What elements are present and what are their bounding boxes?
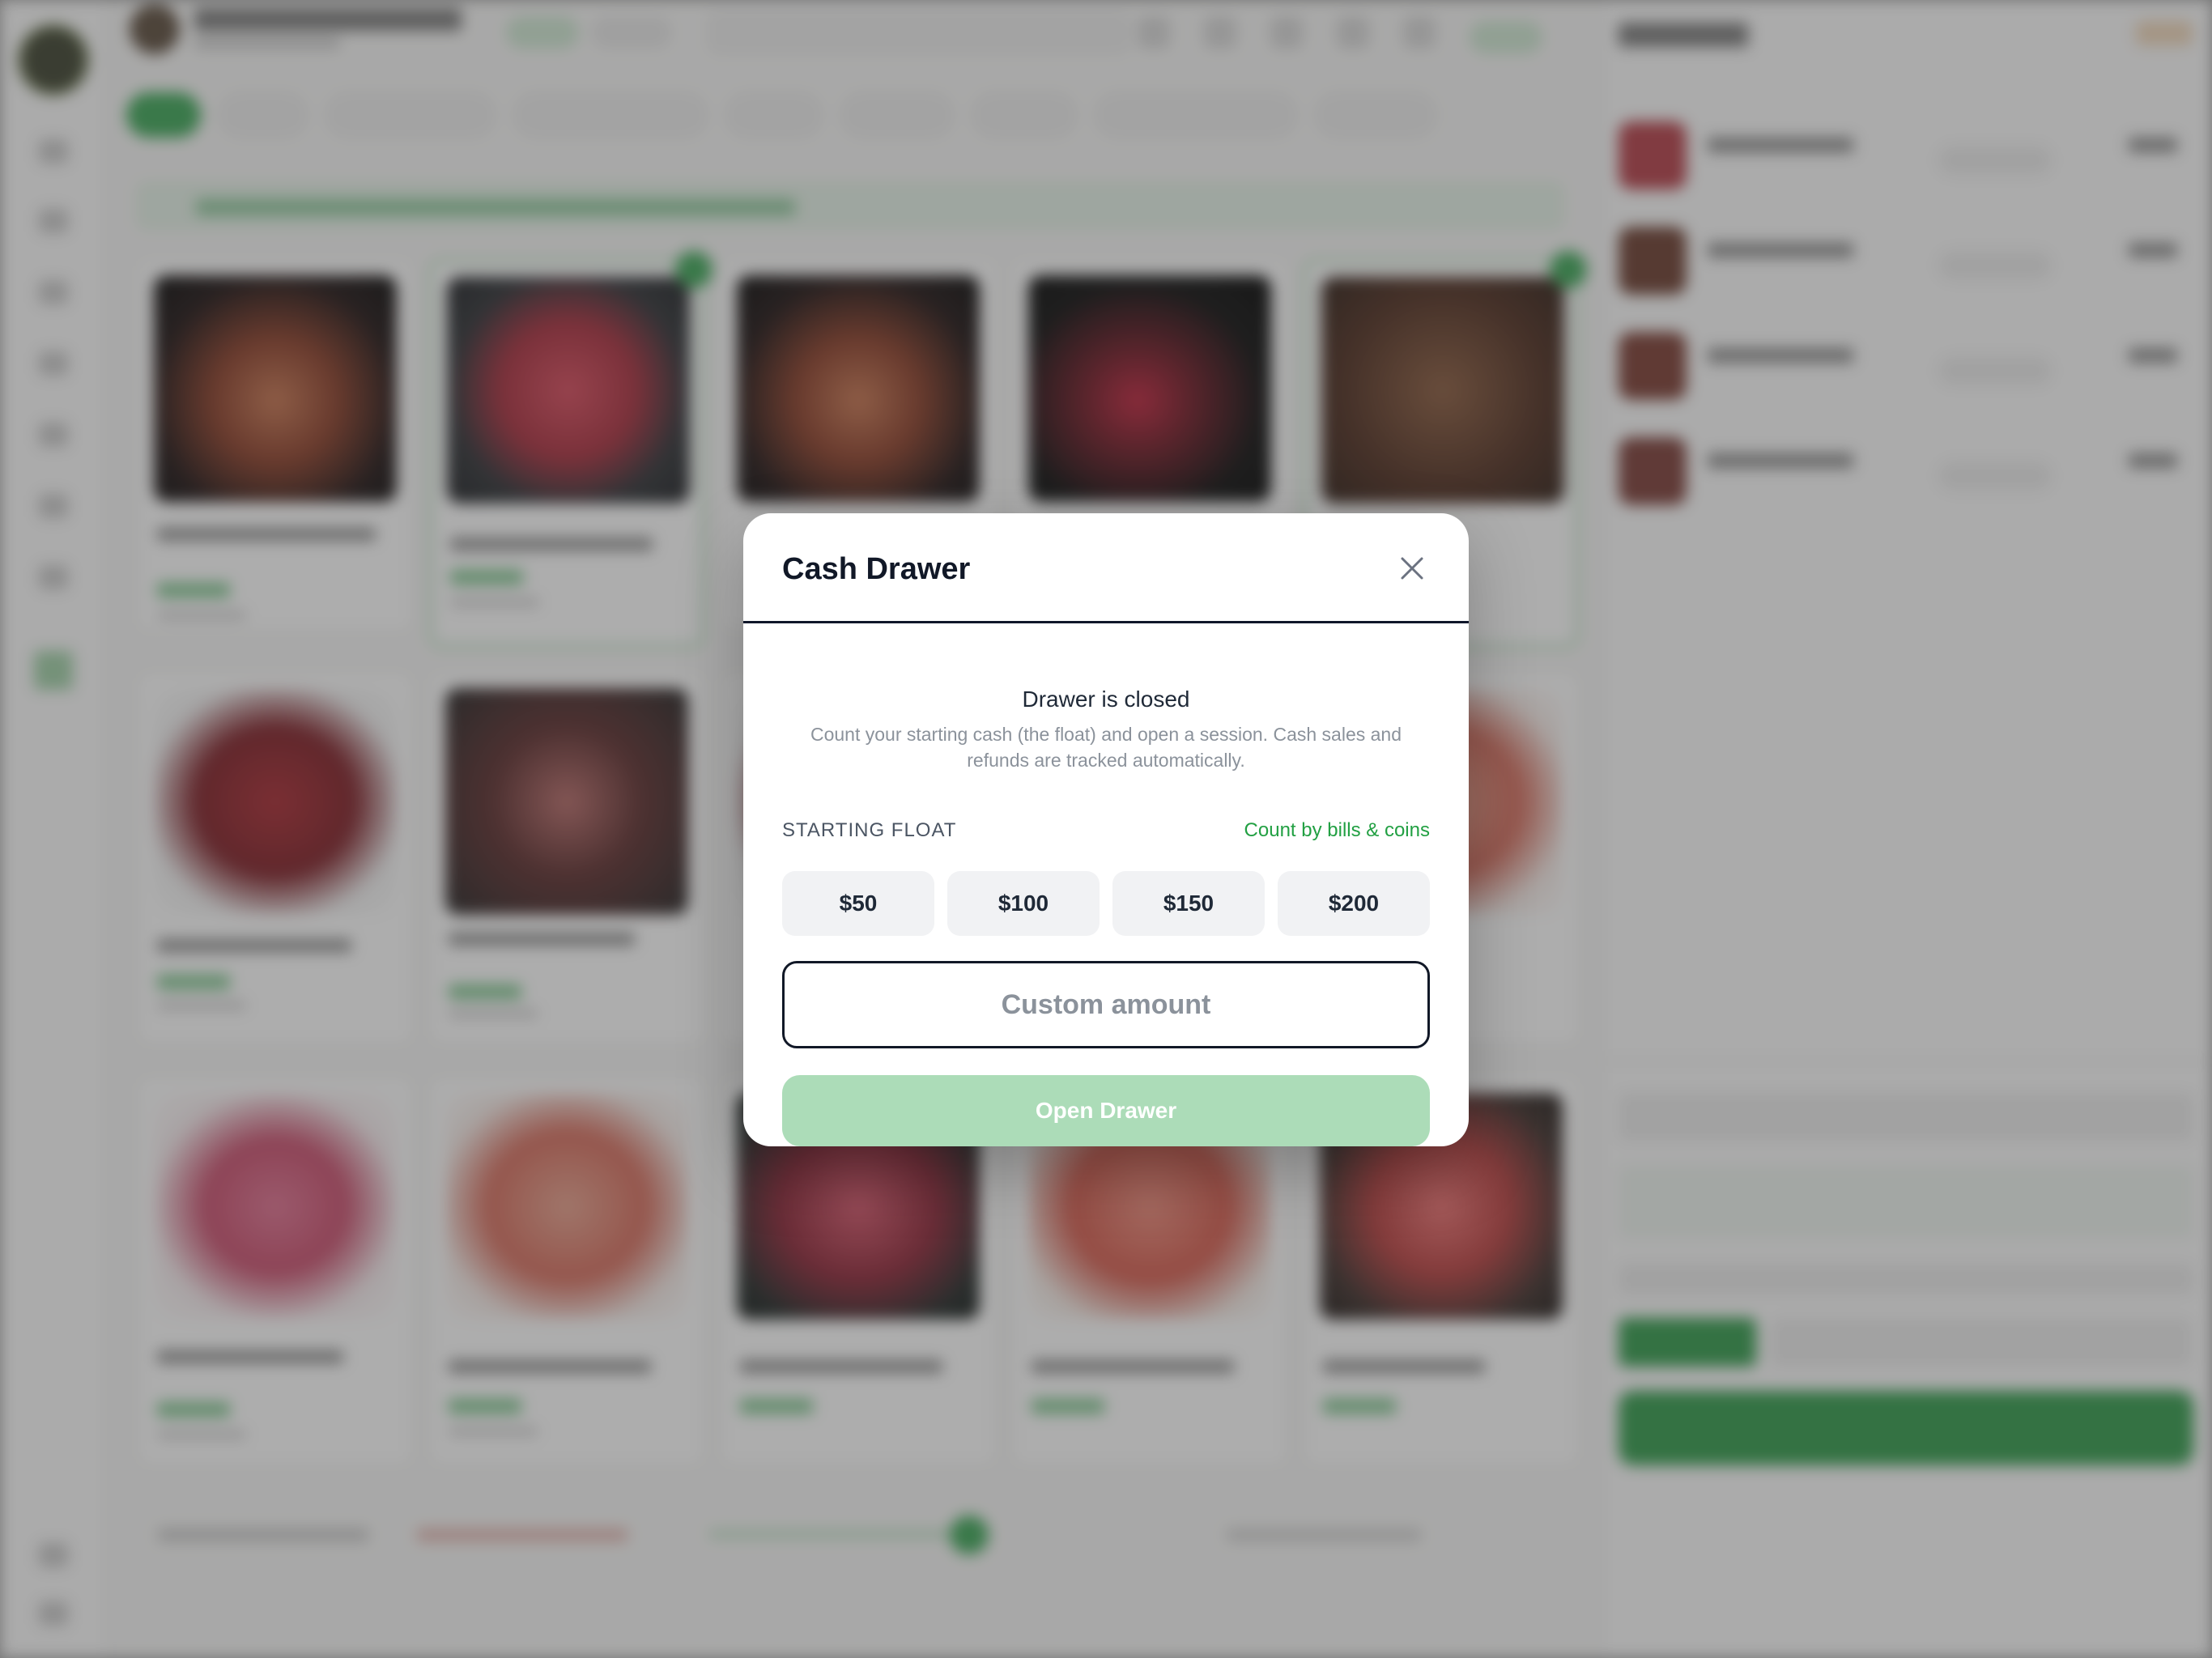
preset-100-button[interactable]: $100 bbox=[947, 871, 1100, 936]
modal-header: Cash Drawer bbox=[743, 513, 1469, 623]
open-drawer-button[interactable]: Open Drawer bbox=[782, 1075, 1430, 1146]
count-by-bills-link[interactable]: Count by bills & coins bbox=[1244, 818, 1430, 844]
custom-amount-input[interactable] bbox=[782, 961, 1430, 1048]
preset-50-button[interactable]: $50 bbox=[782, 871, 934, 936]
modal-title: Cash Drawer bbox=[782, 552, 971, 586]
drawer-description: Count your starting cash (the float) and… bbox=[810, 724, 1402, 771]
preset-200-button[interactable]: $200 bbox=[1278, 871, 1430, 936]
close-button[interactable] bbox=[1388, 544, 1436, 593]
cash-drawer-modal: Cash Drawer Drawer is closed Count your … bbox=[743, 513, 1469, 1146]
preset-150-button[interactable]: $150 bbox=[1112, 871, 1265, 936]
starting-float-label: STARTING FLOAT bbox=[782, 819, 957, 841]
drawer-status: Drawer is closed bbox=[1022, 687, 1190, 712]
close-icon bbox=[1401, 557, 1423, 580]
float-presets: $50 $100 $150 $200 bbox=[782, 871, 1430, 936]
